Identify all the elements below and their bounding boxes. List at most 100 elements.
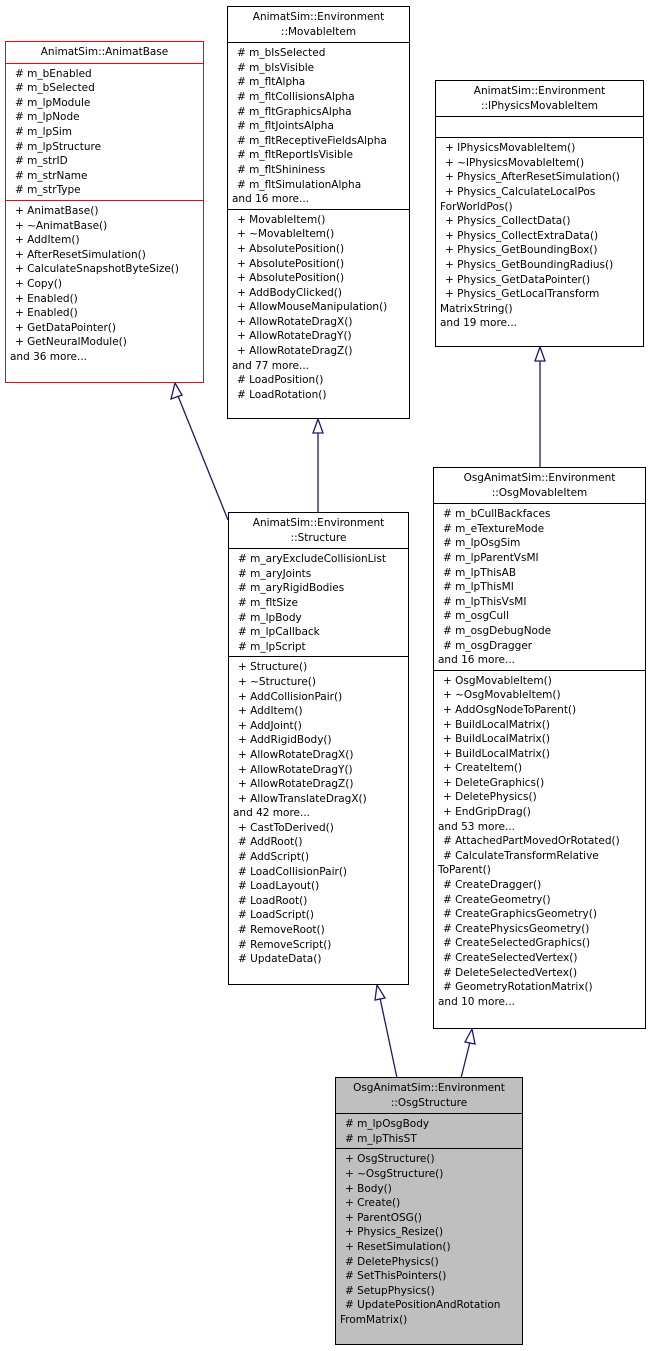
member-item[interactable]: + ~OsgMovableItem() — [443, 688, 641, 703]
member-item[interactable]: + Physics_GetDataPointer() — [445, 273, 639, 288]
member-item[interactable]: + ResetSimulation() — [345, 1240, 518, 1255]
member-item[interactable]: # LoadLayout() — [238, 879, 404, 894]
member-item[interactable]: # m_fltSize — [238, 596, 404, 611]
member-item[interactable]: # SetupPhysics() — [345, 1284, 518, 1299]
member-item[interactable]: # m_lpScript — [238, 640, 404, 655]
class-osgmovableitem[interactable]: OsgAnimatSim::Environment ::OsgMovableIt… — [433, 467, 646, 1029]
member-item[interactable]: MatrixString() — [440, 302, 639, 317]
member-item[interactable]: + AllowMouseManipulation() — [237, 300, 405, 315]
member-item[interactable]: # m_lpCallback — [238, 625, 404, 640]
member-item[interactable]: + IPhysicsMovableItem() — [445, 141, 639, 156]
member-item[interactable]: # LoadScript() — [238, 908, 404, 923]
member-item[interactable]: # CreateGeometry() — [443, 893, 641, 908]
member-item[interactable]: FromMatrix() — [340, 1313, 518, 1328]
member-item[interactable]: # AddRoot() — [238, 835, 404, 850]
member-item[interactable]: # m_lpSim — [15, 125, 199, 140]
member-item[interactable]: + Enabled() — [15, 292, 199, 307]
member-item[interactable]: + AllowRotateDragX() — [238, 748, 404, 763]
member-item[interactable]: ToParent() — [438, 863, 641, 878]
member-item[interactable]: + AbsolutePosition() — [237, 257, 405, 272]
member-item[interactable]: # m_lpStructure — [15, 140, 199, 155]
class-structure[interactable]: AnimatSim::Environment ::Structure # m_a… — [228, 512, 409, 985]
member-item[interactable]: + Physics_CalculateLocalPos — [445, 185, 639, 200]
member-item[interactable]: # m_lpModule — [15, 96, 199, 111]
member-item[interactable]: + ~IPhysicsMovableItem() — [445, 156, 639, 171]
member-item[interactable]: # m_strID — [15, 154, 199, 169]
member-item[interactable]: + AllowRotateDragZ() — [237, 344, 405, 359]
member-item[interactable]: + OsgMovableItem() — [443, 674, 641, 689]
member-item[interactable]: # m_fltAlpha — [237, 75, 405, 90]
member-item[interactable]: # CreateGraphicsGeometry() — [443, 907, 641, 922]
member-item[interactable]: # AddScript() — [238, 850, 404, 865]
member-item[interactable]: + AfterResetSimulation() — [15, 248, 199, 263]
member-item[interactable]: + Enabled() — [15, 306, 199, 321]
member-item[interactable]: + ~AnimatBase() — [15, 219, 199, 234]
member-item[interactable]: + AllowRotateDragX() — [237, 315, 405, 330]
member-item[interactable]: # m_lpParentVsMI — [443, 551, 641, 566]
member-item[interactable]: + ~OsgStructure() — [345, 1167, 518, 1182]
member-item[interactable]: + MovableItem() — [237, 213, 405, 228]
member-item[interactable]: + AllowRotateDragY() — [237, 329, 405, 344]
member-item[interactable]: # UpdatePositionAndRotation — [345, 1298, 518, 1313]
member-item[interactable]: + BuildLocalMatrix() — [443, 718, 641, 733]
member-item[interactable]: + CreateItem() — [443, 761, 641, 776]
member-item[interactable]: # CreatePhysicsGeometry() — [443, 922, 641, 937]
member-item[interactable]: # LoadCollisionPair() — [238, 865, 404, 880]
member-item[interactable]: + BuildLocalMatrix() — [443, 732, 641, 747]
member-item[interactable]: + AddCollisionPair() — [238, 690, 404, 705]
member-item[interactable]: # DeletePhysics() — [345, 1255, 518, 1270]
member-item[interactable]: + AbsolutePosition() — [237, 271, 405, 286]
member-item[interactable]: # m_bEnabled — [15, 67, 199, 82]
member-item[interactable]: # m_lpNode — [15, 110, 199, 125]
member-item[interactable]: + Structure() — [238, 660, 404, 675]
member-item[interactable]: + DeletePhysics() — [443, 790, 641, 805]
member-item[interactable]: # m_lpThisST — [345, 1132, 518, 1147]
member-item[interactable]: + AddOsgNodeToParent() — [443, 703, 641, 718]
member-item[interactable]: # m_lpThisVsMI — [443, 595, 641, 610]
member-item[interactable]: # m_strType — [15, 183, 199, 198]
member-item[interactable]: # LoadPosition() — [237, 373, 405, 388]
class-iphysicsmovableitem[interactable]: AnimatSim::Environment ::IPhysicsMovable… — [435, 80, 644, 347]
member-item[interactable]: + ~Structure() — [238, 675, 404, 690]
member-item[interactable]: # LoadRoot() — [238, 894, 404, 909]
member-item[interactable]: + AddJoint() — [238, 719, 404, 734]
member-item[interactable]: # RemoveRoot() — [238, 923, 404, 938]
member-item[interactable]: # m_bCullBackfaces — [443, 507, 641, 522]
member-item[interactable]: + Physics_Resize() — [345, 1225, 518, 1240]
member-item[interactable]: # DeleteSelectedVertex() — [443, 966, 641, 981]
member-item[interactable]: + GetNeuralModule() — [15, 335, 199, 350]
member-item[interactable]: ForWorldPos() — [440, 200, 639, 215]
member-item[interactable]: + Body() — [345, 1182, 518, 1197]
member-item[interactable]: + Physics_CollectData() — [445, 214, 639, 229]
member-item[interactable]: # CreateSelectedVertex() — [443, 951, 641, 966]
member-item[interactable]: # SetThisPointers() — [345, 1269, 518, 1284]
member-item[interactable]: + AllowRotateDragZ() — [238, 777, 404, 792]
member-item[interactable]: # m_fltReportIsVisible — [237, 148, 405, 163]
member-item[interactable]: # m_fltCollisionsAlpha — [237, 90, 405, 105]
member-item[interactable]: # m_lpThisAB — [443, 566, 641, 581]
member-item[interactable]: # m_fltReceptiveFieldsAlpha — [237, 134, 405, 149]
member-item[interactable]: # m_lpOsgSim — [443, 536, 641, 551]
member-item[interactable]: # UpdateData() — [238, 952, 404, 967]
member-item[interactable]: # CalculateTransformRelative — [443, 849, 641, 864]
member-item[interactable]: + Physics_GetLocalTransform — [445, 287, 639, 302]
member-item[interactable]: # m_lpThisMI — [443, 580, 641, 595]
member-item[interactable]: # RemoveScript() — [238, 938, 404, 953]
member-item[interactable]: + AllowRotateDragY() — [238, 763, 404, 778]
member-item[interactable]: + CalculateSnapshotByteSize() — [15, 262, 199, 277]
member-item[interactable]: # m_osgDragger — [443, 639, 641, 654]
member-item[interactable]: + GetDataPointer() — [15, 321, 199, 336]
member-item[interactable]: # m_fltSimulationAlpha — [237, 178, 405, 193]
member-item[interactable]: # m_strName — [15, 169, 199, 184]
class-osgstructure[interactable]: OsgAnimatSim::Environment ::OsgStructure… — [335, 1077, 523, 1345]
member-item[interactable]: + Physics_AfterResetSimulation() — [445, 170, 639, 185]
member-item[interactable]: + Create() — [345, 1196, 518, 1211]
member-item[interactable]: # m_aryJoints — [238, 567, 404, 582]
member-item[interactable]: + Physics_GetBoundingRadius() — [445, 258, 639, 273]
member-item[interactable]: + EndGripDrag() — [443, 805, 641, 820]
member-item[interactable]: # m_bIsSelected — [237, 46, 405, 61]
member-item[interactable]: # m_osgDebugNode — [443, 624, 641, 639]
class-animatbase[interactable]: AnimatSim::AnimatBase # m_bEnabled # m_bS… — [5, 41, 204, 383]
member-item[interactable]: # m_fltJointsAlpha — [237, 119, 405, 134]
member-item[interactable]: + Physics_GetBoundingBox() — [445, 243, 639, 258]
